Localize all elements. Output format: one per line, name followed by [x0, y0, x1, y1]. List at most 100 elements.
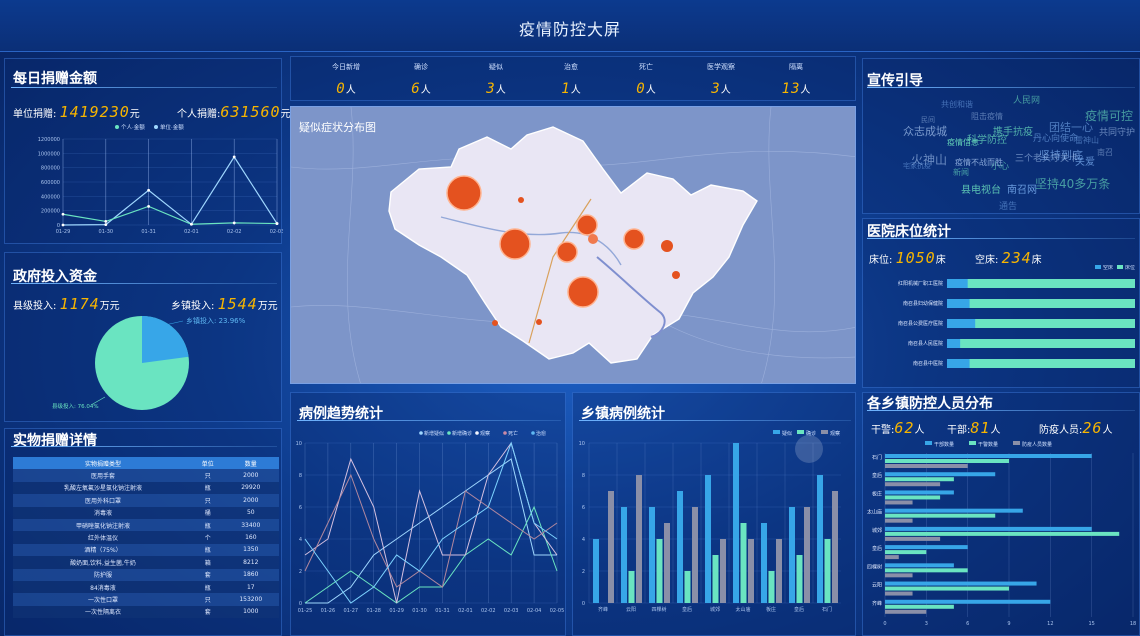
x-tick: 01-30	[99, 229, 114, 235]
y-tick: 10	[296, 441, 302, 447]
table-cell: 个	[193, 531, 223, 544]
word-cloud-item[interactable]: 人民网	[1013, 93, 1040, 106]
table-cell: 只	[193, 494, 223, 507]
bar	[885, 513, 996, 518]
word-cloud-item[interactable]: 民间	[921, 115, 935, 125]
county-investment: 县级投入: 1174万元	[13, 295, 120, 313]
x-tick: 城郊	[710, 606, 720, 613]
legend-swatch	[773, 430, 780, 434]
x-tick: 02-03	[504, 608, 519, 614]
bar	[664, 523, 670, 603]
divider	[297, 420, 561, 421]
bar-total	[947, 299, 1135, 308]
word-cloud-item[interactable]: 县电视台	[961, 181, 1001, 196]
bar	[885, 490, 954, 495]
bar-empty	[947, 279, 968, 288]
word-cloud-item[interactable]: 疫情信息	[947, 137, 979, 148]
material-title: 实物捐赠详情	[13, 433, 97, 449]
table-row[interactable]: 医用手套只 2000	[13, 469, 279, 482]
word-cloud-item[interactable]: 南召网	[1007, 181, 1037, 196]
epid-count: 防疫人员:26人	[1039, 419, 1113, 437]
legend-label: 干部数量	[934, 441, 954, 448]
bar	[817, 475, 823, 603]
bar-total	[947, 359, 1135, 368]
table-row[interactable]: 酒精（75%）瓶 1350	[13, 543, 279, 557]
word-cloud-item[interactable]: 疫情不战而胜	[955, 157, 1003, 168]
legend-label: 单位·金额	[160, 123, 184, 131]
x-tick: 02-01	[458, 608, 473, 614]
hotspot	[499, 228, 531, 260]
town-investment: 乡镇投入: 1544万元	[171, 295, 278, 313]
stat-label: 医学观察	[707, 63, 735, 71]
legend-label: 空床	[1103, 265, 1113, 271]
table-cell: 只	[193, 593, 223, 606]
word-cloud-item[interactable]: 新闻	[953, 167, 969, 178]
table-row[interactable]: 一次性口罩只 153200	[13, 593, 279, 606]
x-tick: 01-31	[141, 229, 156, 235]
staff-panel: 各乡镇防控人员分布 干警:62人 干部:81人 防疫人员:26人 干部数量 干警数…	[862, 392, 1140, 636]
bar	[885, 591, 913, 596]
table-row[interactable]: 84消毒液瓶 17	[13, 580, 279, 594]
x-tick: 18	[1130, 621, 1136, 627]
bar	[885, 568, 968, 573]
data-point	[147, 188, 151, 192]
word-cloud-item[interactable]: 坚持40多万条	[1035, 175, 1110, 192]
donation-panel: 每日捐赠金额 单位捐赠: 1419230元 个人捐赠:631560元 个人·金额…	[4, 58, 291, 244]
data-point	[232, 221, 236, 225]
table-row[interactable]: 一次性隔离衣套 1000	[13, 605, 279, 619]
x-tick: 15	[1088, 621, 1094, 627]
bar	[832, 491, 838, 603]
table-row[interactable]: 甲硝唑氯化钠注射液瓶 33400	[13, 518, 279, 532]
bar	[824, 539, 831, 603]
word-cloud-item[interactable]: 关爱	[1075, 153, 1095, 168]
x-tick: 01-31	[435, 608, 450, 614]
legend-label: 防疫人员数量	[1022, 441, 1052, 448]
bar	[885, 531, 1120, 536]
gov-pie-chart: 乡镇投入: 23.96% 县级投入: 76.04%	[52, 316, 246, 410]
bar	[768, 571, 775, 603]
col-unit[interactable]: 单位	[193, 457, 223, 470]
map-panel[interactable]: 疑似症状分布图	[290, 106, 856, 384]
legend-label: 新增确诊	[452, 430, 472, 437]
word-cloud-item[interactable]: 共同守护	[1099, 125, 1135, 138]
word-cloud-item[interactable]: 众志成城	[903, 123, 947, 139]
col-qty[interactable]: 数量	[222, 457, 279, 470]
table-row[interactable]: 红外体温仪个 160	[13, 531, 279, 544]
bar	[677, 491, 683, 603]
bar	[885, 573, 913, 578]
hotspot	[536, 319, 542, 325]
word-cloud-item[interactable]: 宅家抗疫	[903, 161, 931, 171]
word-cloud-item[interactable]: 丹心向使命	[1033, 131, 1078, 144]
bar	[720, 539, 726, 603]
town-label: 四棵树	[867, 563, 882, 570]
hotspot	[518, 197, 524, 203]
table-row[interactable]: 乳酸左氧氟沙星氯化钠注射液瓶 29920	[13, 481, 279, 495]
word-cloud-item[interactable]: 雷神山	[1075, 135, 1099, 146]
hospital-label: 南召县公费医疗医院	[898, 320, 943, 327]
data-point	[190, 222, 193, 226]
word-cloud-item[interactable]: 共创和谐	[941, 99, 973, 110]
beds-chart: 空床 床位红阳机械厂职工医院南召县妇幼保健院南召县公费医疗医院南召县人民医院南召县…	[898, 265, 1135, 368]
x-tick: 01-28	[366, 608, 381, 614]
table-row[interactable]: 防护服套 1860	[13, 568, 279, 581]
bar	[712, 555, 719, 603]
word-cloud-item[interactable]: 疫情可控	[1085, 107, 1133, 124]
series-line	[305, 458, 557, 604]
table-row[interactable]: 医用外科口罩只 2000	[13, 494, 279, 507]
hospital-label: 南召县中医院	[913, 360, 943, 367]
table-row[interactable]: 消毒液桶 50	[13, 506, 279, 519]
bar-empty	[947, 319, 976, 328]
x-tick: 板庄	[766, 606, 776, 613]
word-cloud-item[interactable]: 三个老头守关卡	[1015, 151, 1078, 164]
bar	[628, 571, 635, 603]
col-type[interactable]: 实物捐赠类型	[13, 457, 193, 470]
table-cell: 医用手套	[13, 469, 193, 482]
bar	[885, 472, 996, 477]
legend-label: 观察	[480, 430, 490, 437]
table-row[interactable]: 酸奶面,饮料,益生菌,牛奶箱 8212	[13, 556, 279, 569]
data-point	[232, 155, 236, 159]
word-cloud-item[interactable]: 阻击疫情	[971, 111, 1003, 122]
word-cloud-item[interactable]: 南召	[1097, 147, 1113, 158]
word-cloud-item[interactable]: 通告	[999, 199, 1017, 212]
stat-label: 疑似	[489, 63, 503, 71]
